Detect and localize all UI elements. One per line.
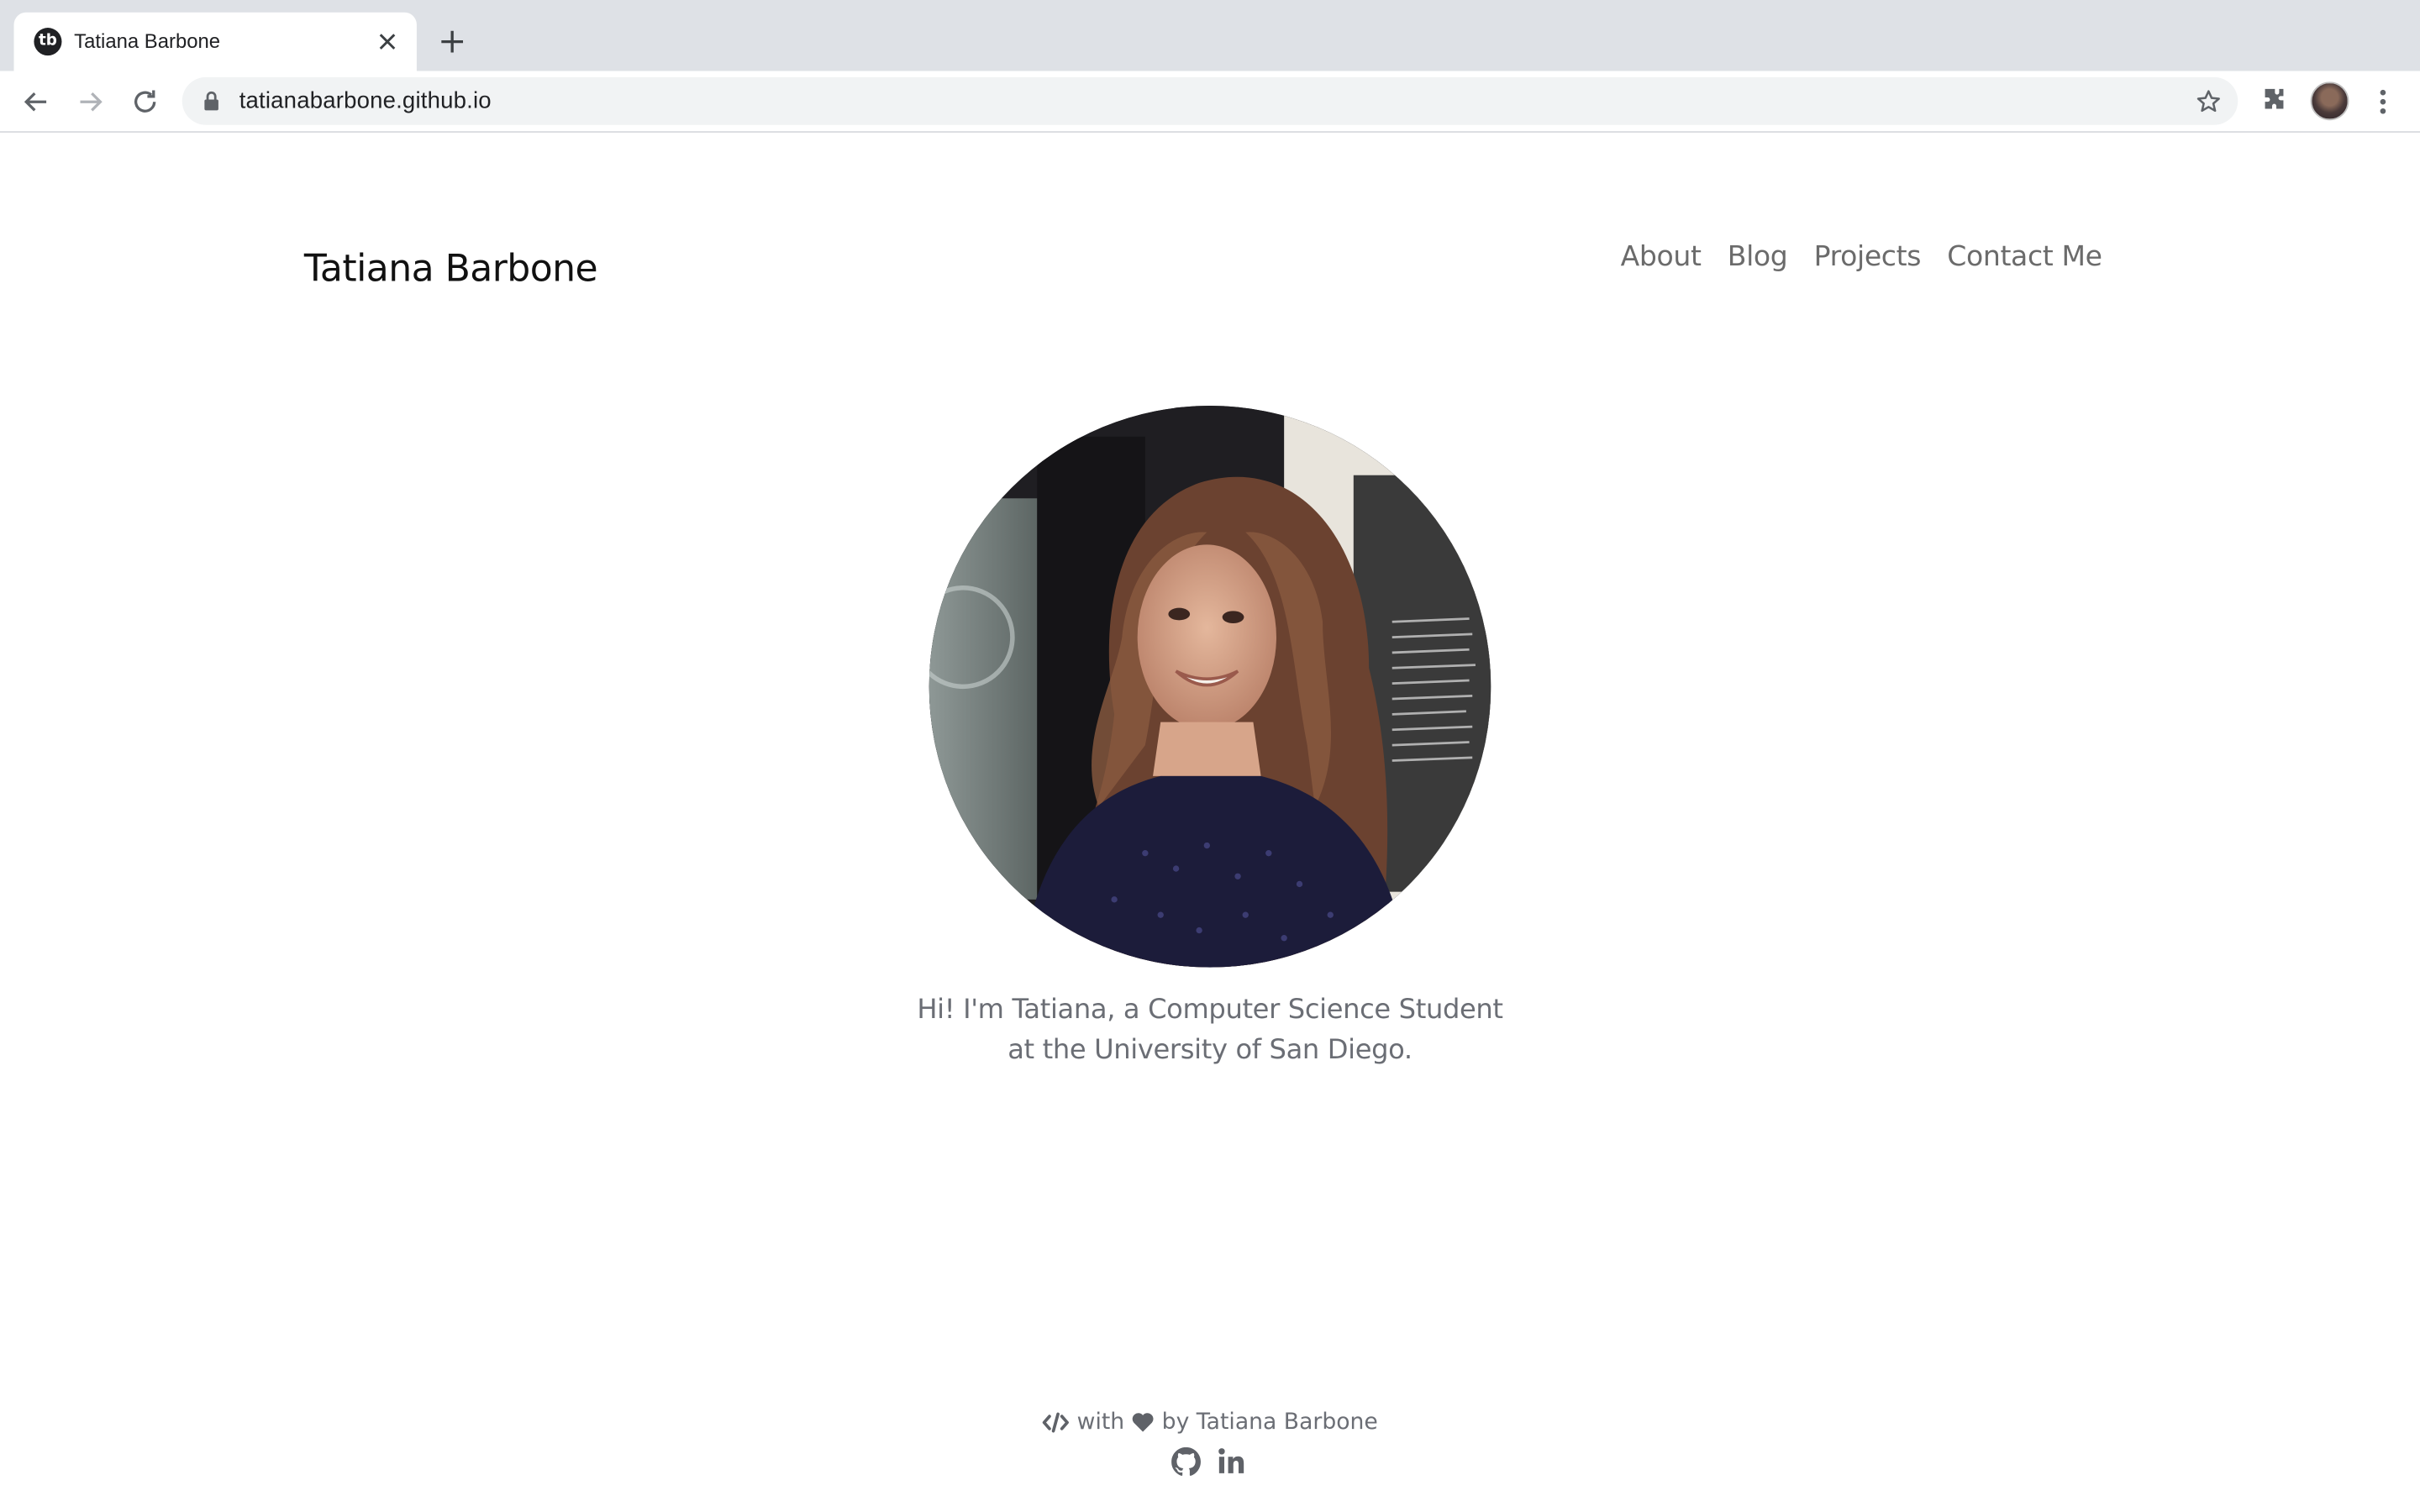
new-tab-icon[interactable] bbox=[434, 24, 471, 60]
forward-icon[interactable] bbox=[72, 83, 109, 120]
profile-photo bbox=[929, 406, 1491, 968]
kebab-menu-icon[interactable] bbox=[2368, 83, 2399, 120]
close-icon[interactable] bbox=[372, 26, 403, 57]
footer-with-text: with bbox=[1076, 1410, 1125, 1436]
site-nav: About Blog Projects Contact Me bbox=[1621, 241, 2102, 274]
heart-icon bbox=[1133, 1413, 1154, 1432]
github-icon[interactable] bbox=[1171, 1446, 1201, 1477]
url-text[interactable]: tatianabarbone.github.io bbox=[239, 88, 492, 114]
tab-title: Tatiana Barbone bbox=[74, 29, 221, 53]
extensions-icon[interactable] bbox=[2258, 83, 2291, 117]
linkedin-icon[interactable] bbox=[1218, 1447, 1245, 1475]
page-content: Tatiana Barbone About Blog Projects Cont… bbox=[0, 133, 2420, 1512]
address-bar[interactable]: tatianabarbone.github.io bbox=[182, 76, 2238, 125]
social-links bbox=[1171, 1446, 1245, 1477]
nav-projects[interactable]: Projects bbox=[1814, 241, 1922, 274]
bookmark-star-icon[interactable] bbox=[2191, 85, 2225, 118]
code-icon bbox=[1043, 1412, 1070, 1433]
tab-strip: tb Tatiana Barbone bbox=[0, 0, 2420, 71]
footer-by-text: by Tatiana Barbone bbox=[1161, 1410, 1378, 1436]
site-title[interactable]: Tatiana Barbone bbox=[304, 247, 598, 290]
lock-icon[interactable] bbox=[201, 90, 223, 113]
back-icon[interactable] bbox=[17, 83, 54, 120]
nav-blog[interactable]: Blog bbox=[1728, 241, 1788, 274]
nav-contact-me[interactable]: Contact Me bbox=[1947, 241, 2102, 274]
browser-tab[interactable]: tb Tatiana Barbone bbox=[13, 12, 417, 71]
reload-icon[interactable] bbox=[127, 83, 164, 120]
footer-credit: with by Tatiana Barbone bbox=[902, 1410, 1519, 1435]
profile-avatar[interactable] bbox=[2310, 81, 2349, 121]
nav-about[interactable]: About bbox=[1621, 241, 1702, 274]
intro-text: Hi! I'm Tatiana, a Computer Science Stud… bbox=[917, 995, 1503, 1067]
browser-toolbar: tatianabarbone.github.io bbox=[0, 71, 2420, 133]
favicon-icon: tb bbox=[34, 28, 62, 56]
